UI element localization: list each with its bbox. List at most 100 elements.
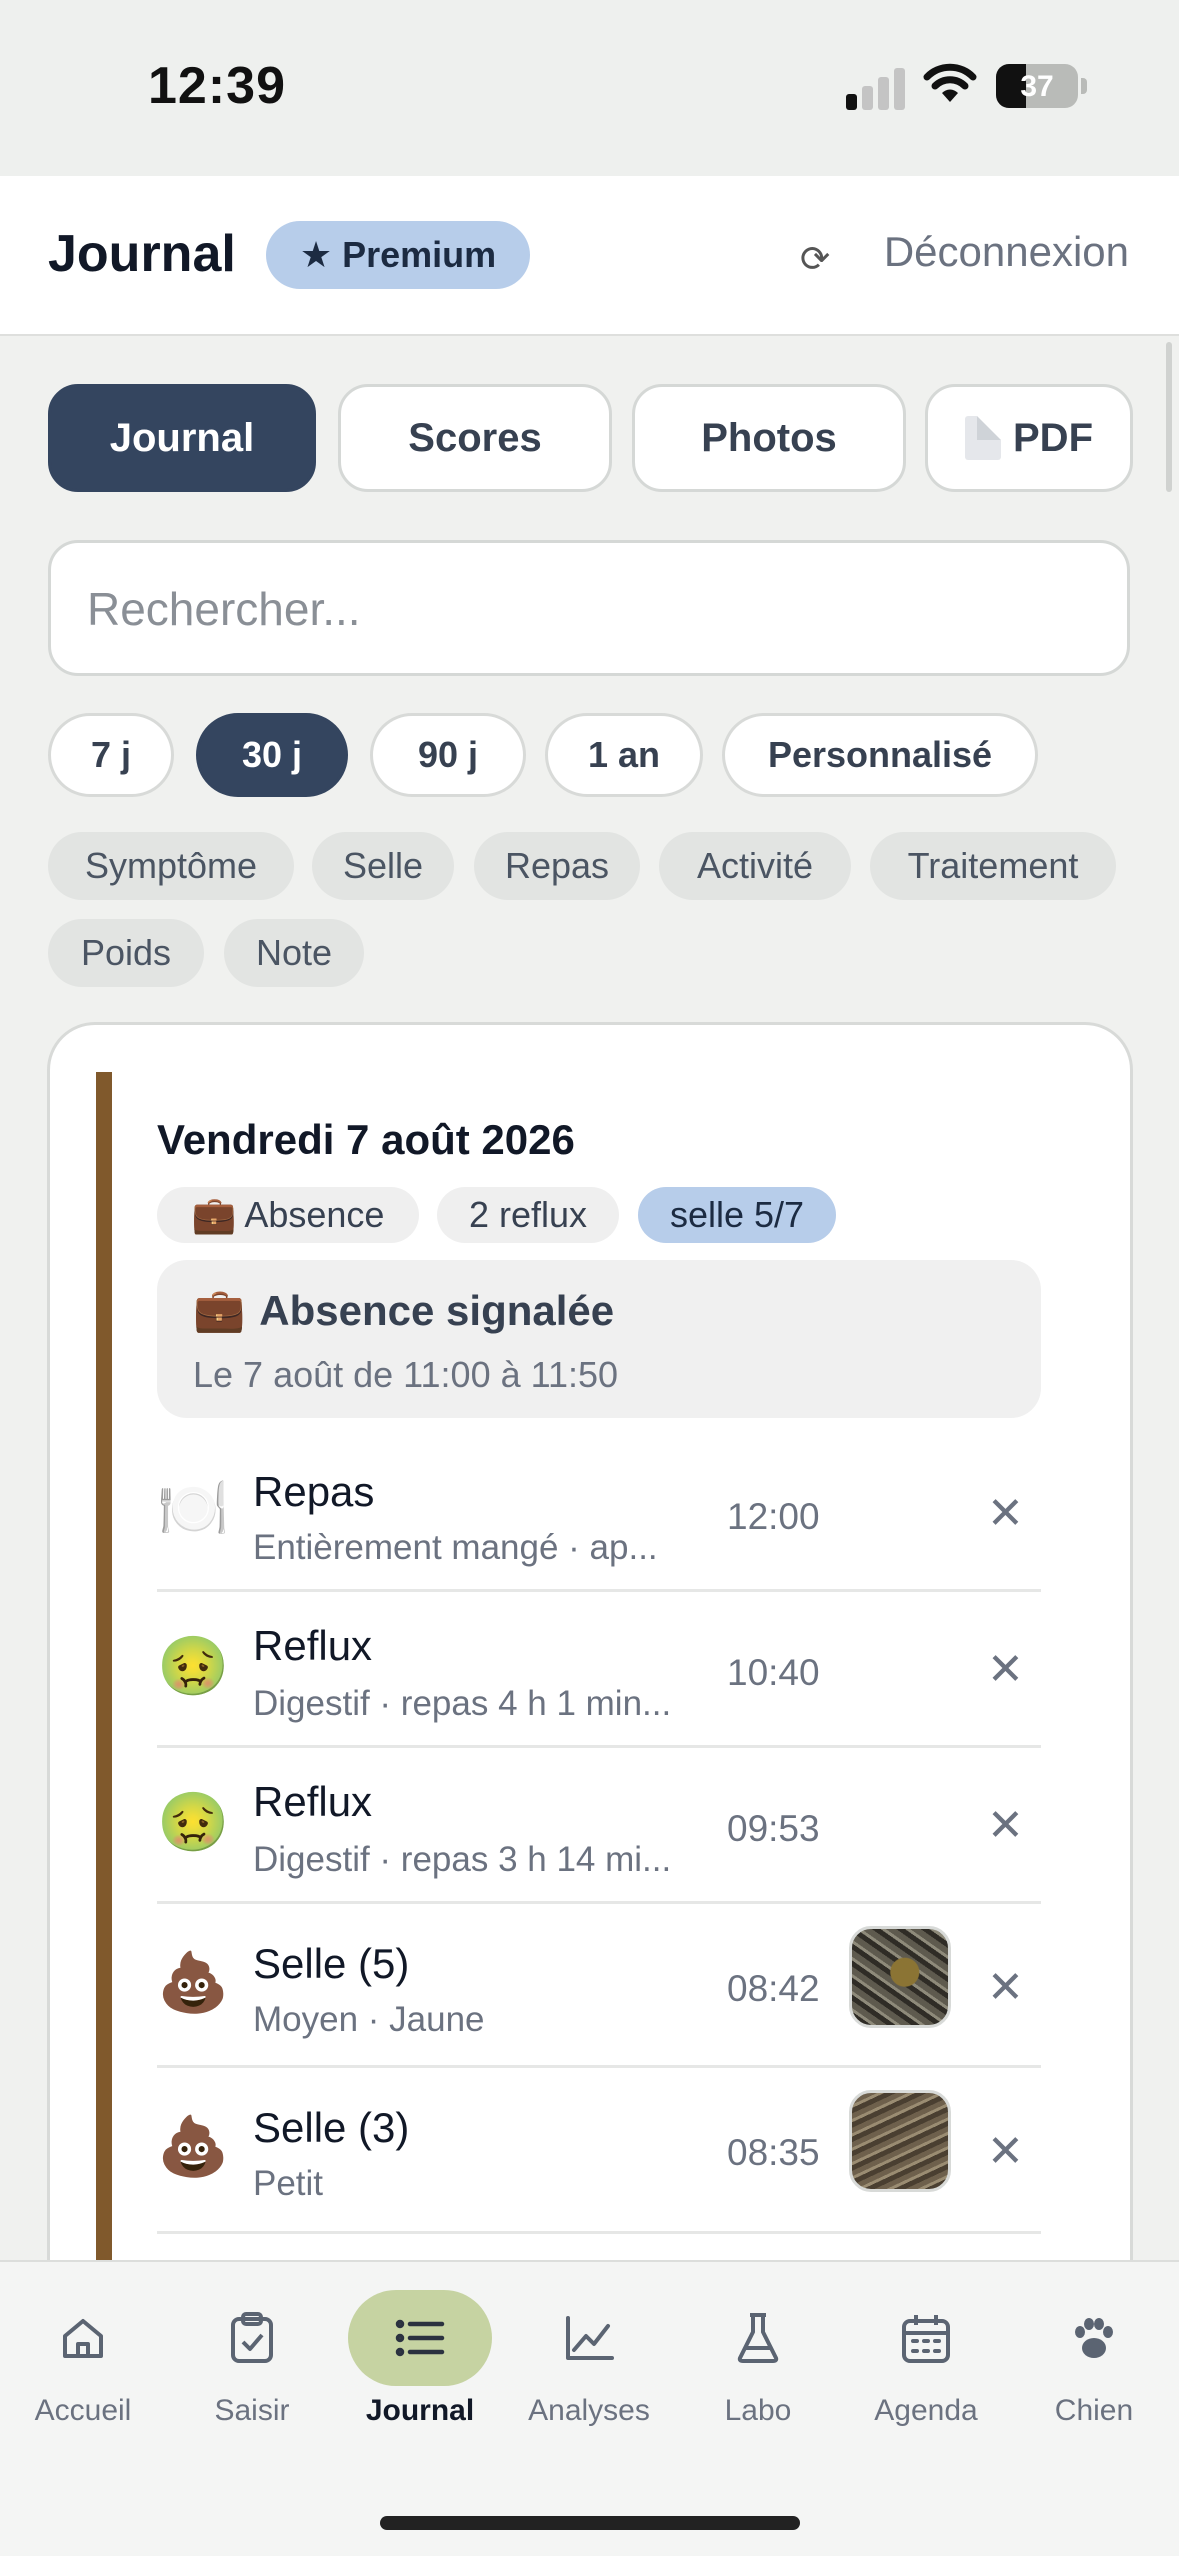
filter-note[interactable]: Note <box>224 919 364 987</box>
delete-icon[interactable]: ✕ <box>987 1962 1024 2013</box>
absence-banner[interactable]: 💼 Absence signalée Le 7 août de 11:00 à … <box>157 1260 1041 1418</box>
luggage-icon: 💼 <box>193 1286 246 1333</box>
status-bar: 12:39 37 <box>0 0 1179 176</box>
tab-photos[interactable]: Photos <box>632 384 906 492</box>
range-90j[interactable]: 90 j <box>370 713 526 797</box>
list-item[interactable]: 🤢 Reflux Digestif · repas 3 h 14 mi... 0… <box>157 1748 1041 1904</box>
app-header: Journal ★ Premium ⟳ Déconnexion <box>0 176 1179 336</box>
tag-absence: 💼 Absence <box>157 1187 419 1243</box>
document-icon <box>965 416 1001 460</box>
range-30j[interactable]: 30 j <box>196 713 348 797</box>
list-item[interactable]: 💩 Selle (5) Moyen · Jaune 08:42 ✕ <box>157 1904 1041 2068</box>
search-box <box>48 540 1130 676</box>
pdf-button[interactable]: PDF <box>925 384 1133 492</box>
flask-icon <box>678 2290 838 2386</box>
filter-symptome[interactable]: Symptôme <box>48 832 294 900</box>
chart-line-icon <box>509 2290 669 2386</box>
premium-badge[interactable]: ★ Premium <box>266 221 530 289</box>
page-title: Journal <box>48 225 236 283</box>
home-icon <box>3 2290 163 2386</box>
list-item[interactable]: 🍽️ Repas Entièrement mangé · ap... 12:00… <box>157 1440 1041 1592</box>
plate-icon: 🍽️ <box>157 1476 230 1541</box>
tag-absence-label: Absence <box>244 1194 385 1235</box>
tab-accueil[interactable]: Accueil <box>3 2290 163 2428</box>
tab-saisir[interactable]: Saisir <box>172 2290 332 2428</box>
tab-analyses-label: Analyses <box>528 2394 650 2427</box>
tab-journal-nav[interactable]: Journal <box>340 2290 500 2428</box>
range-7j[interactable]: 7 j <box>48 713 174 797</box>
range-custom[interactable]: Personnalisé <box>722 713 1038 797</box>
delete-icon[interactable]: ✕ <box>987 1488 1024 1539</box>
tab-agenda[interactable]: Agenda <box>846 2290 1006 2428</box>
absence-subtitle: Le 7 août de 11:00 à 11:50 <box>193 1354 619 1395</box>
tab-photos-label: Photos <box>701 415 837 460</box>
tab-agenda-label: Agenda <box>874 2394 978 2427</box>
filter-poids[interactable]: Poids <box>48 919 204 987</box>
tag-selle: selle 5/7 <box>638 1187 836 1243</box>
pdf-label: PDF <box>1013 415 1093 460</box>
entry-time: 12:00 <box>727 1496 820 1537</box>
battery-cap <box>1081 78 1087 94</box>
poop-icon: 💩 <box>157 1950 230 2015</box>
filter-repas[interactable]: Repas <box>474 832 640 900</box>
entry-name: Repas <box>253 1468 375 1515</box>
entry-photo-thumbnail[interactable] <box>849 1926 951 2028</box>
clipboard-check-icon <box>172 2290 332 2386</box>
search-input[interactable] <box>87 573 1087 645</box>
tab-accueil-label: Accueil <box>34 2394 132 2427</box>
delete-icon[interactable]: ✕ <box>987 2126 1024 2177</box>
tab-analyses[interactable]: Analyses <box>509 2290 669 2428</box>
tab-labo-label: Labo <box>724 2394 792 2427</box>
entry-detail: Entièrement mangé · ap... <box>253 1528 658 1567</box>
entry-name: Selle (5) <box>253 1940 410 1987</box>
tab-journal-nav-label: Journal <box>365 2394 475 2427</box>
cellular-signal-icon <box>846 68 906 110</box>
battery-level: 37 <box>1020 70 1054 103</box>
list-item[interactable]: 🤢 Reflux Digestif · repas 4 h 1 min... 1… <box>157 1592 1041 1748</box>
paw-icon <box>1014 2290 1174 2386</box>
entry-photo-thumbnail[interactable] <box>849 2090 951 2192</box>
entry-time: 08:42 <box>727 1968 820 2009</box>
entry-name: Selle (3) <box>253 2104 410 2151</box>
entry-name: Reflux <box>253 1622 373 1669</box>
entry-time: 08:35 <box>727 2132 820 2173</box>
tab-chien[interactable]: Chien <box>1014 2290 1174 2428</box>
battery-icon: 37 <box>996 64 1078 108</box>
nauseated-face-icon: 🤢 <box>157 1790 230 1855</box>
calendar-icon <box>846 2290 1006 2386</box>
filter-traitement[interactable]: Traitement <box>870 832 1116 900</box>
day-title: Vendredi 7 août 2026 <box>157 1116 575 1163</box>
delete-icon[interactable]: ✕ <box>987 1800 1024 1851</box>
tab-chien-label: Chien <box>1054 2394 1134 2427</box>
entry-time: 10:40 <box>727 1652 820 1693</box>
tab-scores[interactable]: Scores <box>338 384 612 492</box>
list-item[interactable]: 💩 Selle (3) Petit 08:35 ✕ <box>157 2068 1041 2234</box>
premium-label: Premium <box>342 234 497 275</box>
scrollbar[interactable] <box>1166 342 1172 492</box>
tab-scores-label: Scores <box>408 415 542 460</box>
filter-selle[interactable]: Selle <box>312 832 454 900</box>
refresh-icon[interactable]: ⟳ <box>800 238 830 280</box>
tab-journal[interactable]: Journal <box>48 384 316 492</box>
entry-detail: Moyen · Jaune <box>253 2000 485 2039</box>
tab-saisir-label: Saisir <box>214 2394 290 2427</box>
range-1an[interactable]: 1 an <box>545 713 703 797</box>
luggage-icon: 💼 <box>191 1194 237 1235</box>
tab-labo[interactable]: Labo <box>678 2290 838 2428</box>
tag-reflux: 2 reflux <box>437 1187 619 1243</box>
list-icon <box>348 2290 492 2386</box>
star-icon: ★ <box>299 234 333 275</box>
filter-activite[interactable]: Activité <box>659 832 851 900</box>
nauseated-face-icon: 🤢 <box>157 1634 230 1699</box>
entry-time: 09:53 <box>727 1808 820 1849</box>
logout-button[interactable]: Déconnexion <box>884 228 1129 276</box>
day-color-bar <box>96 1072 112 2262</box>
entry-detail: Petit <box>253 2164 324 2203</box>
status-time: 12:39 <box>148 57 286 115</box>
absence-title-label: Absence signalée <box>259 1286 615 1334</box>
entry-name: Reflux <box>253 1778 373 1825</box>
poop-icon: 💩 <box>157 2114 230 2179</box>
absence-title: 💼 Absence signalée <box>193 1286 614 1335</box>
tab-journal-label: Journal <box>109 415 255 460</box>
delete-icon[interactable]: ✕ <box>987 1644 1024 1695</box>
